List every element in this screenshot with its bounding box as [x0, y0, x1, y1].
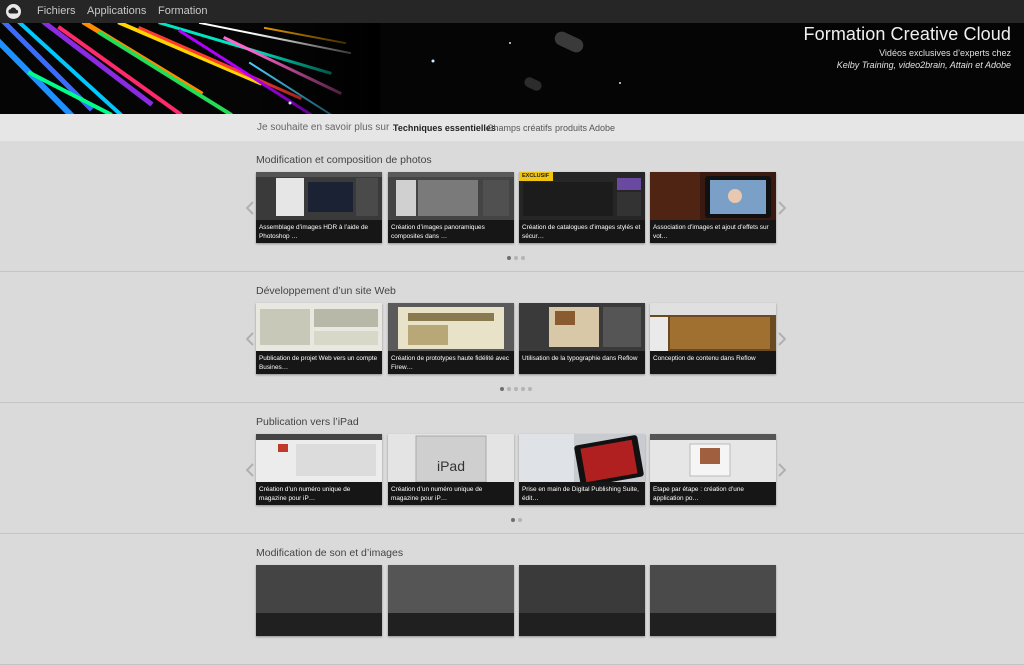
video-card[interactable]: iPad Création d’un numéro unique de maga… [388, 434, 514, 505]
top-bar: Fichiers Applications Formation [0, 0, 1024, 23]
video-card[interactable]: Utilisation de la typographie dans Reflo… [519, 303, 645, 374]
page-dot[interactable] [514, 256, 518, 260]
creative-cloud-logo-icon[interactable] [5, 3, 22, 20]
carousel-next-arrow-icon[interactable] [778, 463, 786, 477]
video-caption: Prise en main de Digital Publishing Suit… [519, 482, 645, 505]
section-title: Modification de son et d’images [256, 547, 404, 559]
video-caption: Création d’un numéro unique de magazine … [256, 482, 382, 505]
video-card[interactable]: Etape par étape : création d’une applica… [650, 434, 776, 505]
page-dot[interactable] [507, 387, 511, 391]
page-dot[interactable] [528, 387, 532, 391]
section-son-images: Modification de son et d’images [0, 534, 1024, 665]
carousel-pagination [500, 387, 535, 391]
video-caption: Conception de contenu dans Reflow [650, 351, 776, 374]
video-caption: Etape par étape : création d’une applica… [650, 482, 776, 505]
section-title: Développement d’un site Web [256, 285, 396, 297]
page-dot[interactable] [518, 518, 522, 522]
page-dot[interactable] [521, 256, 525, 260]
video-card[interactable]: Assemblage d’images HDR à l’aide de Phot… [256, 172, 382, 243]
video-caption: Utilisation de la typographie dans Reflo… [519, 351, 645, 374]
section-photos: Modification et composition de photos As… [0, 141, 1024, 272]
video-thumbnail [650, 303, 776, 351]
section-ipad: Publication vers l’iPad Création d’un nu… [0, 403, 1024, 534]
nav-applications[interactable]: Applications [87, 5, 146, 17]
carousel-pagination [507, 256, 528, 260]
exclusive-badge: EXCLUSIF [519, 172, 553, 181]
section-title: Publication vers l’iPad [256, 416, 359, 428]
carousel-pagination [511, 518, 525, 522]
video-thumbnail [519, 565, 645, 613]
video-caption: Création d’un numéro unique de magazine … [388, 482, 514, 505]
filter-techniques-essentielles[interactable]: Techniques essentielles [393, 123, 496, 133]
filter-label: Je souhaite en savoir plus sur : [257, 122, 395, 133]
nav-fichiers[interactable]: Fichiers [37, 5, 76, 17]
page-dot[interactable] [500, 387, 504, 391]
video-card[interactable]: Création d’images panoramiques composite… [388, 172, 514, 243]
video-thumbnail [650, 434, 776, 482]
video-thumbnail [256, 172, 382, 220]
hero-banner: Formation Creative Cloud Vidéos exclusiv… [0, 23, 1024, 114]
video-caption: Création de catalogues d’images stylés e… [519, 220, 645, 243]
video-thumbnail [519, 434, 645, 482]
page-dot[interactable] [511, 518, 515, 522]
video-card[interactable]: Conception de contenu dans Reflow [650, 303, 776, 374]
topic-filter-bar: Je souhaite en savoir plus sur : Techniq… [0, 114, 1024, 142]
video-thumbnail [388, 172, 514, 220]
video-thumbnail [256, 565, 382, 613]
video-card[interactable]: Création de prototypes haute fidélité av… [388, 303, 514, 374]
banner-title: Formation Creative Cloud [803, 24, 1011, 44]
video-thumbnail [388, 565, 514, 613]
page-dot[interactable] [521, 387, 525, 391]
video-card[interactable]: Association d’images et ajout d’effets s… [650, 172, 776, 243]
video-thumbnail [650, 172, 776, 220]
video-card[interactable]: Création d’un numéro unique de magazine … [256, 434, 382, 505]
video-caption: Association d’images et ajout d’effets s… [650, 220, 776, 243]
video-thumbnail [519, 303, 645, 351]
video-caption: Assemblage d’images HDR à l’aide de Phot… [256, 220, 382, 243]
video-caption: Création de prototypes haute fidélité av… [388, 351, 514, 374]
thumbnail-ipad-text: iPad [437, 458, 465, 474]
nav-formation[interactable]: Formation [158, 5, 208, 17]
video-card[interactable]: Publication de projet Web vers un compte… [256, 303, 382, 374]
video-card[interactable]: Prise en main de Digital Publishing Suit… [519, 434, 645, 505]
video-thumbnail [256, 303, 382, 351]
video-caption: Création d’images panoramiques composite… [388, 220, 514, 243]
video-thumbnail [388, 303, 514, 351]
carousel-prev-arrow-icon[interactable] [246, 463, 254, 477]
video-caption: Publication de projet Web vers un compte… [256, 351, 382, 374]
video-thumbnail: iPad [388, 434, 514, 482]
page-dot[interactable] [514, 387, 518, 391]
section-title: Modification et composition de photos [256, 154, 432, 166]
carousel-prev-arrow-icon[interactable] [246, 201, 254, 215]
banner-subtitle-line2: Kelby Training, video2brain, Attain et A… [836, 60, 1011, 70]
banner-subtitle-line1: Vidéos exclusives d’experts chez [879, 48, 1011, 58]
carousel-prev-arrow-icon[interactable] [246, 332, 254, 346]
video-card[interactable]: EXCLUSIF Création de catalogues d’images… [519, 172, 645, 243]
carousel-next-arrow-icon[interactable] [778, 201, 786, 215]
carousel-next-arrow-icon[interactable] [778, 332, 786, 346]
video-thumbnail [650, 565, 776, 613]
filter-champs-creatifs[interactable]: Champs créatifs [487, 123, 552, 133]
filter-produits-adobe[interactable]: produits Adobe [555, 123, 615, 133]
page-dot[interactable] [507, 256, 511, 260]
section-web: Développement d’un site Web Publication … [0, 272, 1024, 403]
video-thumbnail [256, 434, 382, 482]
